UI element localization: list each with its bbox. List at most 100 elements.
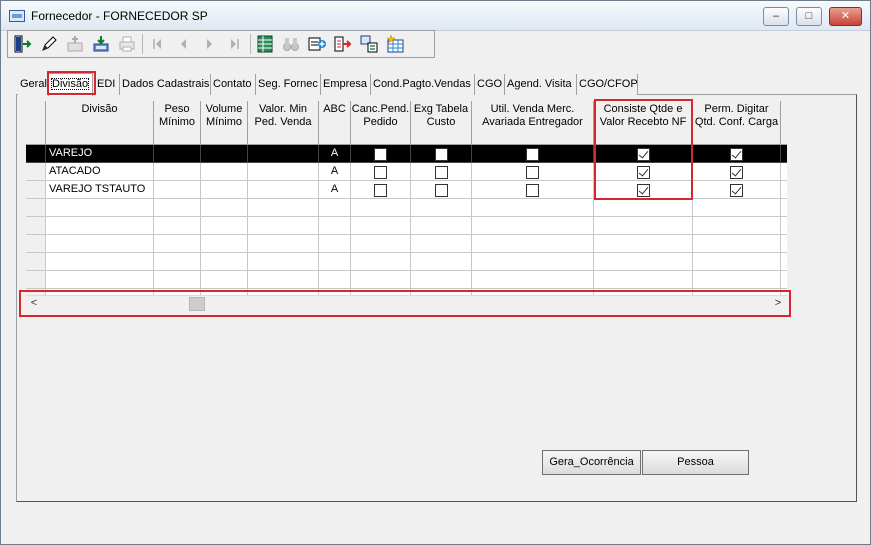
row-indicator[interactable] [26, 181, 46, 199]
empty-cell[interactable] [154, 199, 201, 217]
row-indicator[interactable] [26, 217, 46, 235]
pessoa-button[interactable]: Pessoa [642, 450, 749, 475]
cell-peso-minimo[interactable] [154, 163, 201, 181]
cell-valor-min[interactable] [248, 181, 319, 199]
empty-cell[interactable] [319, 235, 351, 253]
empty-cell[interactable] [472, 253, 594, 271]
empty-cell[interactable] [781, 199, 787, 217]
list-icon[interactable] [358, 33, 380, 55]
maximize-button[interactable]: □ [796, 7, 822, 26]
exg-checkbox[interactable] [435, 166, 448, 179]
scroll-right-arrow[interactable]: > [770, 296, 786, 312]
cell-partial[interactable] [781, 181, 787, 199]
col-header-abc[interactable]: ABC [319, 101, 351, 145]
empty-cell[interactable] [781, 271, 787, 289]
cell-divisao[interactable]: VAREJO TSTAUTO [46, 181, 154, 199]
canc-checkbox[interactable] [374, 166, 387, 179]
col-header-valor-min-ped-venda[interactable]: Valor. Min Ped. Venda [248, 101, 319, 145]
horizontal-scrollbar[interactable]: < > [26, 295, 787, 311]
util-checkbox[interactable] [526, 184, 539, 197]
tab-empresa[interactable]: Empresa [321, 74, 371, 95]
empty-cell[interactable] [781, 253, 787, 271]
col-header-canc-pend-pedido[interactable]: Canc.Pend. Pedido [351, 101, 411, 145]
col-header-divisao[interactable]: Divisão [46, 101, 154, 145]
first-record-icon[interactable] [146, 33, 168, 55]
empty-cell[interactable] [781, 217, 787, 235]
tab-seg-fornec[interactable]: Seg. Fornec [256, 74, 321, 95]
table-star-icon[interactable] [384, 33, 406, 55]
col-header-volume-minimo[interactable]: Volume Mínimo [201, 101, 248, 145]
cell-abc[interactable]: A [319, 163, 351, 181]
empty-cell[interactable] [781, 235, 787, 253]
empty-cell[interactable] [201, 217, 248, 235]
col-header-consiste-qtde[interactable]: Consiste Qtde e Valor Recebto NF [594, 101, 693, 145]
cell-valor-min[interactable] [248, 145, 319, 163]
row-indicator[interactable] [26, 163, 46, 181]
cell-abc[interactable]: A [319, 181, 351, 199]
gera-ocorrencia-button[interactable]: Gera_Ocorrência [542, 450, 641, 475]
cell-partial[interactable] [781, 145, 787, 163]
consiste-checkbox[interactable] [637, 148, 650, 161]
close-button[interactable]: ✕ [829, 7, 862, 26]
perm-checkbox[interactable] [730, 148, 743, 161]
tab-cond-pagto-vendas[interactable]: Cond.Pagto.Vendas [371, 74, 475, 95]
scroll-thumb[interactable] [189, 297, 205, 311]
cell-volume-minimo[interactable] [201, 181, 248, 199]
exg-checkbox[interactable] [435, 148, 448, 161]
scroll-left-arrow[interactable]: < [26, 296, 42, 312]
empty-cell[interactable] [154, 235, 201, 253]
tab-cgo-cfop[interactable]: CGO/CFOP [577, 74, 638, 95]
empty-cell[interactable] [46, 217, 154, 235]
cell-divisao[interactable]: VAREJO [46, 145, 154, 163]
cell-divisao[interactable]: ATACADO [46, 163, 154, 181]
empty-cell[interactable] [351, 199, 411, 217]
tab-dados-cadastrais[interactable]: Dados Cadastrais [120, 74, 211, 95]
cell-abc[interactable]: A [319, 145, 351, 163]
tab-contato[interactable]: Contato [211, 74, 256, 95]
empty-cell[interactable] [472, 271, 594, 289]
row-indicator[interactable] [26, 271, 46, 289]
exg-checkbox[interactable] [435, 184, 448, 197]
empty-cell[interactable] [201, 199, 248, 217]
col-header-perm-digitar[interactable]: Perm. Digitar Qtd. Conf. Carga [693, 101, 781, 145]
empty-cell[interactable] [411, 217, 472, 235]
consiste-checkbox[interactable] [637, 184, 650, 197]
canc-checkbox[interactable] [374, 148, 387, 161]
empty-cell[interactable] [46, 271, 154, 289]
empty-cell[interactable] [351, 253, 411, 271]
tab-cgo[interactable]: CGO [475, 74, 505, 95]
empty-cell[interactable] [201, 235, 248, 253]
row-indicator[interactable] [26, 199, 46, 217]
util-checkbox[interactable] [526, 166, 539, 179]
tab-divisao[interactable]: Divisão [48, 73, 93, 96]
empty-cell[interactable] [693, 235, 781, 253]
perm-checkbox[interactable] [730, 184, 743, 197]
previous-record-icon[interactable] [172, 33, 194, 55]
add-form-icon[interactable] [306, 33, 328, 55]
grid-icon[interactable] [254, 33, 276, 55]
canc-checkbox[interactable] [374, 184, 387, 197]
empty-cell[interactable] [319, 253, 351, 271]
empty-cell[interactable] [351, 271, 411, 289]
empty-cell[interactable] [594, 235, 693, 253]
row-indicator[interactable] [26, 145, 46, 163]
exit-icon[interactable] [12, 33, 34, 55]
empty-cell[interactable] [411, 253, 472, 271]
empty-cell[interactable] [319, 271, 351, 289]
add-record-icon[interactable] [64, 33, 86, 55]
empty-cell[interactable] [46, 253, 154, 271]
empty-cell[interactable] [411, 235, 472, 253]
empty-cell[interactable] [154, 253, 201, 271]
empty-cell[interactable] [201, 271, 248, 289]
tab-edi[interactable]: EDI [95, 74, 120, 95]
divisao-grid[interactable]: Divisão Peso Mínimo Volume Mínimo Valor.… [26, 101, 787, 295]
print-icon[interactable] [116, 33, 138, 55]
empty-cell[interactable] [594, 253, 693, 271]
export-icon[interactable] [332, 33, 354, 55]
empty-cell[interactable] [472, 235, 594, 253]
empty-cell[interactable] [248, 217, 319, 235]
row-indicator[interactable] [26, 253, 46, 271]
empty-cell[interactable] [248, 199, 319, 217]
binoculars-icon[interactable] [280, 33, 302, 55]
next-record-icon[interactable] [198, 33, 220, 55]
